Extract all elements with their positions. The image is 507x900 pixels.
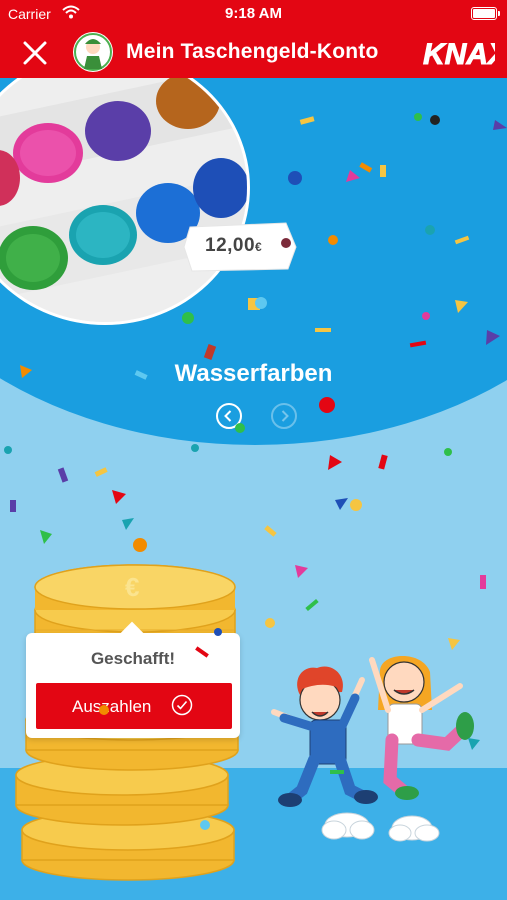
- status-time: 9:18 AM: [225, 5, 282, 22]
- page-title: Mein Taschengeld-Konto: [126, 40, 379, 63]
- nav-bar: Mein Taschengeld-Konto KNAX: [0, 28, 507, 78]
- knax-logo: KNAX: [423, 38, 496, 72]
- product-name: Wasserfarben: [174, 360, 333, 387]
- cheering-kids-illustration: [271, 656, 474, 842]
- screen: 12,00€ Wasserfarben € Geschafft! Auszahl…: [0, 0, 507, 900]
- price-currency: €: [255, 240, 263, 254]
- avatar: [73, 32, 113, 72]
- next-button[interactable]: [271, 403, 297, 429]
- product-price: 12,00€: [205, 235, 263, 256]
- status-bar: Carrier 9:18 AM: [0, 0, 507, 28]
- svg-text:€: €: [125, 572, 139, 602]
- payout-button-label: Auszahlen: [72, 697, 152, 716]
- battery-icon: [471, 7, 500, 20]
- payout-button[interactable]: Auszahlen: [36, 683, 232, 729]
- close-button[interactable]: [20, 38, 50, 68]
- svg-text:KNAX: KNAX: [423, 38, 495, 71]
- chevron-left-icon: [224, 410, 232, 422]
- check-circle-icon: [171, 694, 193, 716]
- close-icon: [23, 41, 47, 65]
- success-message: Geschafft!: [90, 649, 176, 668]
- success-card: Geschafft! Auszahlen: [26, 621, 240, 738]
- prev-button[interactable]: [216, 403, 242, 429]
- chevron-right-icon: [281, 410, 289, 422]
- knax-character-icon: [74, 33, 112, 71]
